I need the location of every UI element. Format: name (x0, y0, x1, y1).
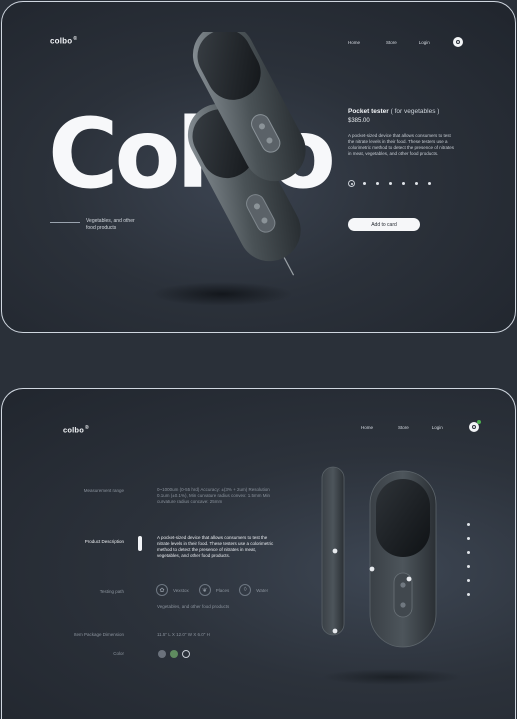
testing-option[interactable]: ✿ Vexstox (156, 584, 189, 596)
testing-note: Vegetables, and other food products (157, 604, 230, 609)
brand-logo[interactable]: colbo® (50, 36, 77, 46)
product-title: Pocket tester ( for vegetables ) (348, 108, 439, 115)
vegetable-icon: ✿ (156, 584, 168, 596)
carousel-dot[interactable] (402, 182, 405, 185)
product-description: A pocket-sized device that allows consum… (348, 133, 455, 156)
bottom-nav: Home Store Login (361, 420, 481, 432)
top-nav: Home Store Login (348, 37, 463, 47)
nav-login-link[interactable]: Login (419, 40, 430, 45)
dimension-value: 11.5" L X 12.0" W X 6.0" H (157, 632, 210, 637)
leaf-icon: ❦ (198, 584, 211, 596)
carousel-dot[interactable] (363, 182, 366, 185)
description-label[interactable]: Product Description (44, 539, 124, 544)
product-image (152, 32, 306, 306)
side-pagination (467, 523, 470, 607)
product-price: $385.00 (348, 118, 370, 124)
side-pagination-dot[interactable] (467, 565, 470, 568)
color-swatch[interactable] (182, 650, 190, 658)
nav-home-link[interactable]: Home (361, 425, 373, 430)
brand-logo[interactable]: colbo® (63, 425, 89, 435)
subtitle-rule (50, 222, 80, 223)
product-image-side-front (321, 466, 462, 685)
testing-options: ✿ Vexstox ❦ Places ◊ Water (156, 584, 278, 596)
search-icon (455, 40, 460, 44)
drop-icon: ◊ (239, 584, 252, 596)
nav-store-link[interactable]: Store (386, 40, 397, 45)
carousel-dot[interactable] (389, 182, 392, 185)
nav-login-link[interactable]: Login (432, 425, 443, 430)
carousel-dot[interactable] (348, 180, 355, 187)
carousel-dot[interactable] (415, 182, 418, 185)
side-pagination-dot[interactable] (467, 593, 470, 596)
details-panel: colbo® Home Store Login Measurement rang… (1, 388, 516, 719)
search-icon (471, 425, 476, 429)
color-swatches (158, 650, 194, 658)
color-label[interactable]: Color (44, 651, 124, 656)
nav-home-link[interactable]: Home (348, 40, 360, 45)
measurement-label[interactable]: Measurement range (44, 488, 124, 493)
carousel-dot[interactable] (376, 182, 379, 185)
nav-store-link[interactable]: Store (398, 425, 409, 430)
active-section-marker (138, 536, 142, 551)
dimension-label[interactable]: Item Package Dimension (44, 632, 124, 637)
testing-label[interactable]: Testing path (44, 589, 124, 594)
color-swatch[interactable] (158, 650, 166, 658)
product-name: Pocket tester (348, 108, 389, 115)
carousel-dot[interactable] (428, 182, 431, 185)
search-button[interactable] (452, 37, 463, 47)
testing-option[interactable]: ◊ Water (239, 584, 268, 596)
side-pagination-dot[interactable] (467, 537, 470, 540)
side-pagination-dot[interactable] (467, 579, 470, 582)
hero-panel: colbo® Home Store Login Colbo Vegetables… (1, 1, 516, 333)
description-value: A pocket-sized device that allows consum… (157, 535, 274, 558)
search-button[interactable] (468, 420, 481, 432)
color-swatch[interactable] (170, 650, 178, 658)
measurement-value: 0~1000um (0-55 hrd) Accuracy: ±(3% + 2um… (157, 487, 271, 504)
carousel-dots (348, 180, 441, 187)
side-pagination-dot[interactable] (467, 523, 470, 526)
add-to-cart-button[interactable]: Add to card (348, 218, 420, 231)
testing-option[interactable]: ❦ Places (198, 584, 229, 596)
product-variant: ( for vegetables ) (390, 108, 440, 115)
side-pagination-dot[interactable] (467, 551, 470, 554)
